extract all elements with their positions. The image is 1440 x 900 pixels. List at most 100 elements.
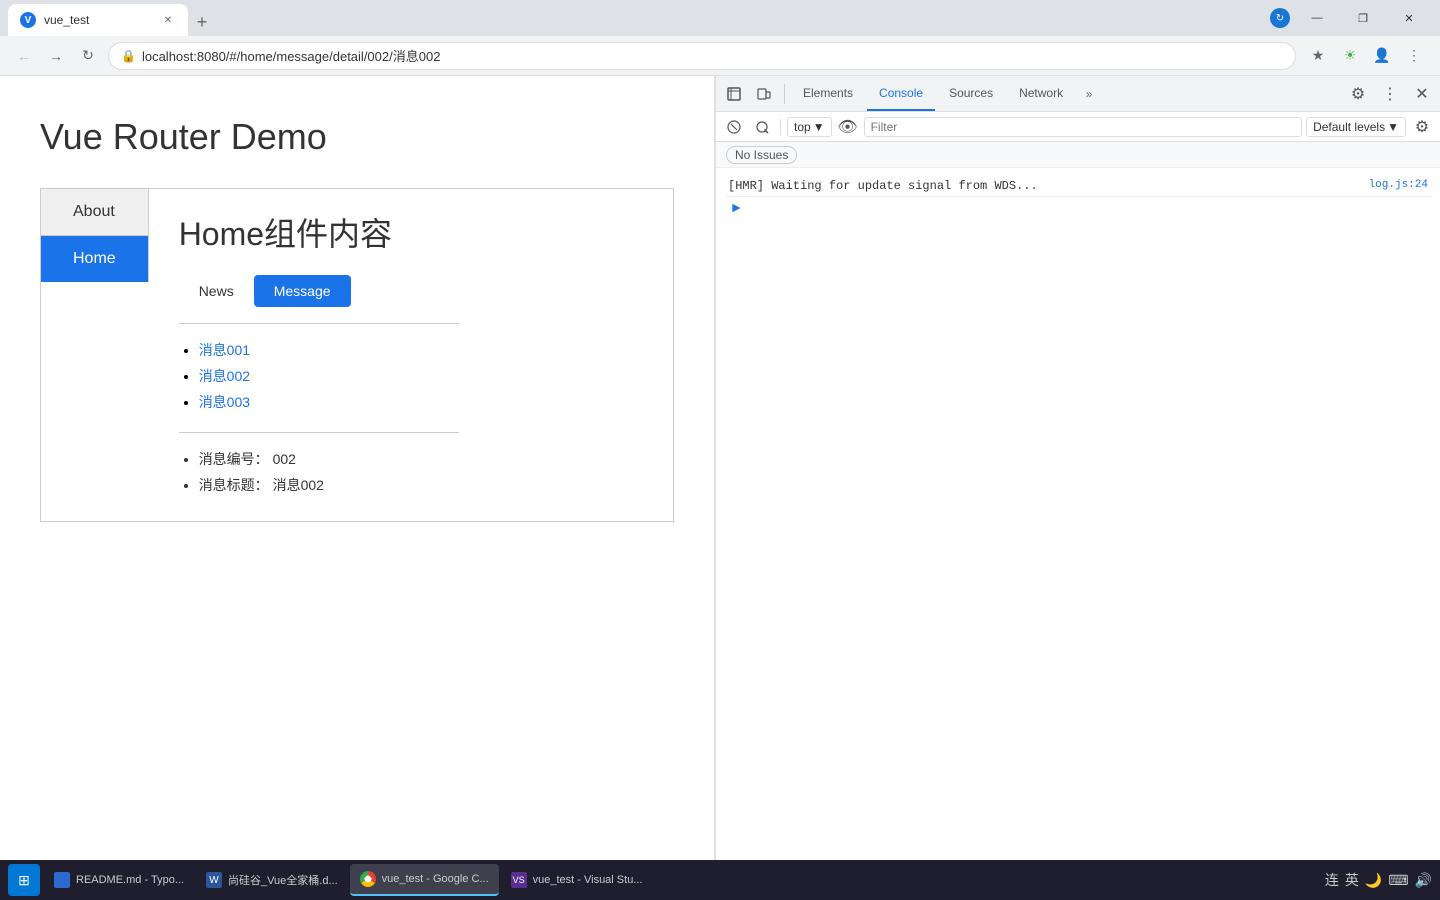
tab-favicon: V — [20, 12, 36, 28]
back-button[interactable]: ← — [12, 44, 36, 68]
console-log-line: [HMR] Waiting for update signal from WDS… — [724, 176, 1432, 197]
maximize-button[interactable]: ❐ — [1340, 0, 1386, 36]
keyboard-icon: ⌨ — [1388, 872, 1408, 889]
level-label: Default levels — [1313, 120, 1385, 134]
message-003-link[interactable]: 消息003 — [199, 394, 250, 410]
context-label: top — [794, 120, 811, 134]
browser-content: Vue Router Demo About Home Home组件内容 News… — [0, 76, 715, 900]
separator — [784, 84, 785, 104]
lock-icon: 🔒 — [121, 49, 136, 63]
volume-icon[interactable]: 🔊 — [1415, 872, 1432, 889]
close-button[interactable]: ✕ — [1386, 0, 1432, 36]
list-item: 消息001 — [199, 340, 459, 360]
taskbar-app-typora[interactable]: README.md - Typo... — [44, 864, 194, 896]
typora-icon — [54, 872, 70, 888]
extensions-icon[interactable]: ☀ — [1336, 42, 1364, 70]
divider-top — [179, 323, 459, 324]
taskbar-tray: 连 英 🌙 ⌨ 🔊 — [1325, 870, 1432, 890]
console-prompt[interactable]: ► — [724, 197, 1432, 221]
prompt-caret: ► — [732, 201, 740, 217]
main-container: About Home Home组件内容 News Message 消息001 消… — [40, 188, 674, 522]
devtools-settings-button[interactable]: ⚙ — [1344, 80, 1372, 108]
url-text: localhost:8080/#/home/message/detail/002… — [142, 46, 440, 65]
tabs-row: News Message — [179, 275, 459, 307]
devtools-panel: Elements Console Sources Network » ⚙ ⋮ ✕ — [715, 76, 1440, 900]
chrome-sync-icon: ↻ — [1270, 8, 1290, 28]
about-nav-button[interactable]: About — [41, 189, 148, 236]
tab-sources[interactable]: Sources — [937, 76, 1005, 111]
home-nav-button[interactable]: Home — [41, 236, 148, 282]
moon-icon: 🌙 — [1365, 872, 1382, 889]
taskbar-app-chrome[interactable]: vue_test - Google C... — [350, 864, 499, 896]
filter-input[interactable] — [864, 117, 1302, 137]
devtools-close-button[interactable]: ✕ — [1408, 80, 1436, 108]
no-issues-bar: No Issues — [716, 142, 1440, 168]
taskbar-app-word-label: 尚硅谷_Vue全家桶.d... — [228, 872, 338, 888]
address-actions: ★ ☀ 👤 ⋮ — [1304, 42, 1428, 70]
tab-network[interactable]: Network — [1007, 76, 1075, 111]
detail-list: 消息编号： 002 消息标题： 消息002 — [179, 449, 459, 495]
console-settings-button[interactable]: ⚙ — [1410, 115, 1434, 139]
taskbar-apps: README.md - Typo... W 尚硅谷_Vue全家桶.d... vu… — [44, 864, 1321, 896]
toolbar-separator — [780, 119, 781, 135]
title-label: 消息标题： — [199, 477, 269, 493]
context-selector[interactable]: top ▼ — [787, 117, 832, 137]
devtools-inspector-icon[interactable] — [720, 80, 748, 108]
window-controls: — ❐ ✕ — [1294, 0, 1432, 36]
title-value: 消息002 — [273, 477, 324, 493]
forward-button[interactable]: → — [44, 44, 68, 68]
taskbar: ⊞ README.md - Typo... W 尚硅谷_Vue全家桶.d... … — [0, 860, 1440, 900]
vscode-icon: VS — [511, 872, 527, 888]
main-layout: Vue Router Demo About Home Home组件内容 News… — [0, 76, 1440, 900]
active-tab[interactable]: V vue_test ✕ — [8, 4, 188, 36]
ime-icon[interactable]: 连 — [1325, 870, 1339, 890]
console-output: [HMR] Waiting for update signal from WDS… — [716, 168, 1440, 900]
tab-elements[interactable]: Elements — [791, 76, 865, 111]
taskbar-app-word[interactable]: W 尚硅谷_Vue全家桶.d... — [196, 864, 348, 896]
taskbar-app-chrome-label: vue_test - Google C... — [382, 873, 489, 885]
tab-bar: V vue_test ✕ + — [8, 0, 1266, 36]
message-list: 消息001 消息002 消息003 — [179, 340, 459, 412]
taskbar-app-vscode[interactable]: VS vue_test - Visual Stu... — [501, 864, 653, 896]
eye-button[interactable]: 👁 — [836, 115, 860, 139]
tab-title: vue_test — [44, 13, 152, 27]
devtools-tabs: Elements Console Sources Network » ⚙ ⋮ ✕ — [716, 76, 1440, 112]
devtools-device-icon[interactable] — [750, 80, 778, 108]
tab-console[interactable]: Console — [867, 76, 935, 111]
more-tabs-button[interactable]: » — [1077, 82, 1101, 106]
id-value: 002 — [273, 451, 296, 467]
detail-title: 消息标题： 消息002 — [199, 475, 459, 495]
tab-close-button[interactable]: ✕ — [160, 12, 176, 28]
console-toolbar: top ▼ 👁 Default levels ▼ ⚙ — [716, 112, 1440, 142]
chrome-icon — [360, 871, 376, 887]
clear-console-button[interactable] — [722, 115, 746, 139]
chevron-down-icon: ▼ — [1387, 120, 1399, 134]
devtools-more-button[interactable]: ⋮ — [1376, 80, 1404, 108]
new-tab-button[interactable]: + — [188, 8, 216, 36]
filter-button[interactable] — [750, 115, 774, 139]
bookmark-icon[interactable]: ★ — [1304, 42, 1332, 70]
chevron-down-icon: ▼ — [813, 120, 825, 134]
address-bar: ← → ↻ 🔒 localhost:8080/#/home/message/de… — [0, 36, 1440, 76]
menu-icon[interactable]: ⋮ — [1400, 42, 1428, 70]
minimize-button[interactable]: — — [1294, 0, 1340, 36]
no-issues-badge: No Issues — [726, 146, 797, 164]
message-tab[interactable]: Message — [254, 275, 351, 307]
console-source-link[interactable]: log.js:24 — [1369, 179, 1428, 191]
list-item: 消息003 — [199, 392, 459, 412]
word-icon: W — [206, 872, 222, 888]
taskbar-app-typora-label: README.md - Typo... — [76, 874, 184, 886]
id-label: 消息编号： — [199, 451, 269, 467]
message-001-link[interactable]: 消息001 — [199, 342, 250, 358]
start-button[interactable]: ⊞ — [8, 864, 40, 896]
news-tab[interactable]: News — [179, 275, 254, 307]
profile-icon[interactable]: 👤 — [1368, 42, 1396, 70]
language-icon[interactable]: 英 — [1345, 870, 1359, 890]
divider-detail — [179, 432, 459, 433]
home-content: Home组件内容 News Message 消息001 消息002 消息003 — [149, 189, 489, 521]
refresh-button[interactable]: ↻ — [76, 44, 100, 68]
level-selector[interactable]: Default levels ▼ — [1306, 117, 1406, 137]
url-bar[interactable]: 🔒 localhost:8080/#/home/message/detail/0… — [108, 42, 1296, 70]
message-002-link[interactable]: 消息002 — [199, 368, 250, 384]
browser-titlebar: V vue_test ✕ + ↻ — ❐ ✕ — [0, 0, 1440, 36]
